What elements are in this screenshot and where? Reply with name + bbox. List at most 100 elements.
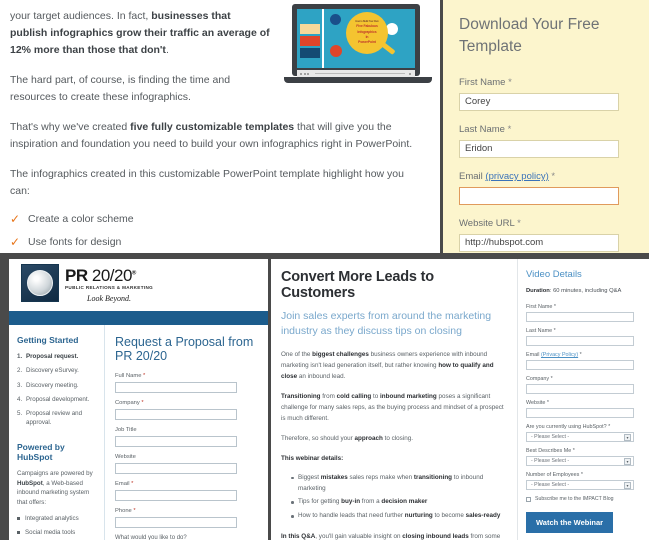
download-form-heading: Download Your Free Template	[459, 16, 600, 56]
subscribe-label: Subscribe me to the IMPACT Blog	[535, 496, 614, 502]
webinar-paragraph-3: This webinar details:	[281, 453, 505, 464]
video-input-last-name[interactable]	[526, 336, 634, 346]
video-input-website[interactable]	[526, 408, 634, 418]
download-input-first-name[interactable]	[459, 92, 619, 111]
text-run-1: from	[320, 392, 337, 400]
getting-started-step-3[interactable]: Proposal development.	[17, 395, 98, 405]
webinar-bullet-0: Biggest mistakes sales reps make when tr…	[291, 473, 505, 494]
text-run-1: approach	[354, 434, 383, 442]
getting-started-title: Getting Started	[17, 335, 79, 345]
text-run-3: transitioning	[413, 473, 453, 481]
checklist-item-1: ✓ Use fonts for design	[10, 235, 428, 249]
watch-webinar-button[interactable]: Watch the Webinar	[526, 512, 614, 533]
required-marker: *	[550, 376, 553, 382]
text-run-4: an inbound lead.	[297, 372, 346, 380]
checklist-label: Create a color scheme	[28, 213, 134, 225]
text-run-0: Tips for getting	[298, 498, 342, 506]
download-input-last-name[interactable]	[459, 139, 619, 158]
magnifier-line-0: Five Fabulous	[356, 24, 378, 29]
article-body: How to Build Your Own Five Fabulous Info…	[0, 0, 440, 253]
privacy-policy-link[interactable]: (Privacy Policy)	[541, 352, 578, 358]
label-text: First Name	[526, 304, 554, 310]
proposal-input-phone[interactable]	[115, 517, 237, 528]
download-label-2: Email (privacy policy) *	[459, 171, 635, 182]
label-text: Company	[526, 376, 551, 382]
download-label-1: Last Name *	[459, 124, 635, 135]
video-select-label-0: Are you currently using HubSpot? *	[526, 424, 611, 430]
text-run-0: Therefore, so should your	[281, 434, 355, 442]
article-paragraph-2: That's why we've created five fully cust…	[10, 119, 425, 153]
proposal-label-5: Phone *	[115, 508, 136, 514]
article-paragraph-0: your target audiences. In fact, business…	[10, 8, 270, 59]
magnifier-icon: How to Build Your Own Five Fabulous Info…	[346, 12, 388, 54]
required-marker: *	[131, 481, 134, 487]
text-run-3: sales-ready	[465, 512, 501, 520]
proposal-form-heading: Request a Proposal from PR 20/20	[115, 335, 254, 363]
text-run-1: buy-in	[341, 498, 361, 506]
chevron-down-icon[interactable]: ▾	[624, 481, 631, 489]
pr2020-logo-icon[interactable]	[21, 264, 59, 302]
text-run-0: This webinar details:	[281, 454, 344, 462]
webinar-layout: Convert More Leads to Customers Join sal…	[271, 259, 649, 540]
pr2020-header: PR 20/20® PUBLIC RELATIONS & MARKETING L…	[9, 259, 268, 311]
text-run-1: mistakes	[320, 473, 348, 481]
video-input-first-name[interactable]	[526, 312, 634, 322]
chevron-down-icon[interactable]: ▾	[624, 433, 631, 441]
label-text: Website URL	[459, 217, 518, 229]
webinar-content: Convert More Leads to Customers Join sal…	[271, 259, 518, 540]
magnifier-line-3: PowerPoint	[358, 40, 376, 45]
proposal-input-job-title[interactable]	[115, 436, 237, 447]
pr2020-tagline: Look Beyond.	[87, 294, 132, 303]
text-run-0: How to handle leads that need further	[298, 512, 405, 520]
video-select-0[interactable]: - Please Select - ▾	[526, 432, 634, 442]
proposal-input-email[interactable]	[115, 490, 237, 501]
article-paragraph-3: The infographics created in this customi…	[10, 166, 425, 200]
video-select-label-2: Number of Employees *	[526, 472, 583, 478]
download-form-fields: First Name * Last Name * Email (privacy po…	[459, 77, 635, 252]
article-checklist: ✓ Create a color scheme ✓ Use fonts for des…	[10, 212, 428, 253]
text-run-3: to	[371, 392, 381, 400]
proposal-label-1: Company *	[115, 400, 144, 406]
pr2020-form-column: Request a Proposal from PR 20/20 Full Na…	[105, 325, 268, 540]
article-paragraph-1: The hard part, of course, is finding the…	[10, 72, 270, 106]
pr2020-subtitle: PUBLIC RELATIONS & MARKETING	[65, 285, 154, 290]
blurb-pre: Campaigns are powered by	[17, 469, 93, 477]
magnifier-line-1: Infographics	[357, 29, 377, 34]
swatch-1	[300, 24, 320, 34]
getting-started-step-1[interactable]: Discovery eSurvey.	[17, 366, 98, 376]
download-label-3: Website URL *	[459, 218, 635, 229]
webinar-subtitle: Join sales experts from around the marke…	[281, 310, 492, 337]
subscribe-checkbox[interactable]	[526, 496, 531, 502]
proposal-input-website[interactable]	[115, 463, 237, 474]
video-select-1[interactable]: - Please Select - ▾	[526, 456, 634, 466]
pr2020-sidebar: Getting Started Proposal request. Discove…	[9, 325, 105, 540]
text-run-2: sales reps make when	[347, 473, 414, 481]
proposal-input-company[interactable]	[115, 409, 237, 420]
download-input-website-url[interactable]	[459, 233, 619, 252]
chevron-down-icon[interactable]: ▾	[624, 457, 631, 465]
privacy-policy-link[interactable]: (privacy policy)	[485, 171, 548, 182]
getting-started-step-4[interactable]: Proposal review and approval.	[17, 409, 98, 428]
video-input-company[interactable]	[526, 384, 634, 394]
pr2020-pr-text: PR	[65, 266, 88, 285]
proposal-input-full-name[interactable]	[115, 382, 237, 393]
video-select-2[interactable]: - Please Select - ▾	[526, 480, 634, 490]
pr2020-navbar[interactable]	[9, 311, 268, 325]
webinar-paragraph-1: Transitioning from cold calling to inbou…	[281, 391, 505, 424]
subscribe-checkbox-row[interactable]: Subscribe me to the IMPACT Blog	[526, 496, 641, 502]
label-text: Website	[526, 400, 547, 406]
video-details-heading: Video Details	[526, 269, 582, 280]
required-marker: *	[517, 217, 521, 229]
powered-by-hubspot-title: Powered by HubSpot	[17, 441, 65, 462]
required-marker: *	[508, 76, 512, 88]
video-input-email[interactable]	[526, 360, 634, 370]
getting-started-step-0[interactable]: Proposal request.	[17, 352, 98, 362]
getting-started-step-2[interactable]: Discovery meeting.	[17, 381, 98, 391]
text-run-2: .	[165, 44, 169, 56]
required-marker: *	[507, 123, 512, 135]
blurb-brand: HubSpot	[17, 479, 43, 487]
download-label-0: First Name *	[459, 77, 635, 88]
download-input-email[interactable]	[459, 186, 619, 205]
video-label-1: Last Name *	[526, 328, 641, 334]
laptop-lid: How to Build Your Own Five Fabulous Info…	[292, 4, 420, 77]
